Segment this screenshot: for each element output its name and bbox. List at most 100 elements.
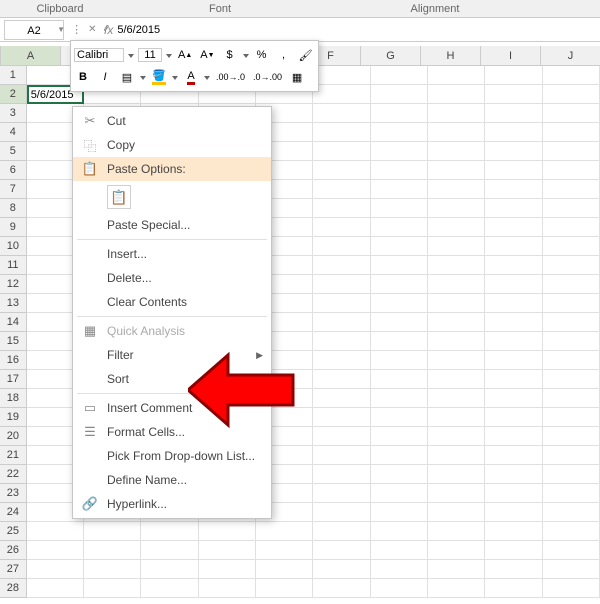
row-header[interactable]: 11	[0, 256, 27, 275]
cell[interactable]	[485, 275, 542, 294]
cell[interactable]	[543, 446, 600, 465]
cell[interactable]	[313, 560, 370, 579]
cell[interactable]	[371, 541, 428, 560]
cell[interactable]	[84, 579, 141, 598]
cell[interactable]	[485, 85, 542, 104]
cell[interactable]	[428, 408, 485, 427]
cell[interactable]	[313, 503, 370, 522]
cell[interactable]	[256, 541, 313, 560]
cell[interactable]	[313, 389, 370, 408]
comma-format-icon[interactable]: ,	[275, 45, 293, 65]
cell[interactable]	[485, 142, 542, 161]
cell[interactable]	[485, 237, 542, 256]
row-header[interactable]: 13	[0, 294, 27, 313]
font-color-icon[interactable]: A	[182, 67, 200, 87]
cell[interactable]	[313, 161, 370, 180]
cell[interactable]	[313, 579, 370, 598]
cell[interactable]	[428, 389, 485, 408]
cell[interactable]	[485, 541, 542, 560]
cell[interactable]	[84, 522, 141, 541]
cell[interactable]	[313, 446, 370, 465]
bold-button[interactable]: B	[74, 67, 92, 87]
ctx-quick-analysis[interactable]: ▦ Quick Analysis	[73, 319, 271, 343]
borders-icon[interactable]: ▤	[118, 67, 136, 87]
cell[interactable]	[428, 237, 485, 256]
cell[interactable]	[428, 104, 485, 123]
column-header[interactable]: G	[361, 46, 421, 65]
cell[interactable]	[141, 560, 198, 579]
cell[interactable]	[428, 503, 485, 522]
cell[interactable]	[485, 218, 542, 237]
cell[interactable]	[313, 370, 370, 389]
cell[interactable]	[371, 161, 428, 180]
ctx-copy[interactable]: ⿻ Copy	[73, 133, 271, 157]
cell[interactable]	[543, 161, 600, 180]
row-header[interactable]: 4	[0, 123, 27, 142]
row-header[interactable]: 6	[0, 161, 27, 180]
cell[interactable]	[543, 560, 600, 579]
cell[interactable]	[543, 370, 600, 389]
cell[interactable]	[428, 294, 485, 313]
cell[interactable]	[543, 541, 600, 560]
cell[interactable]	[485, 427, 542, 446]
cell[interactable]	[543, 85, 600, 104]
cell[interactable]	[371, 484, 428, 503]
cell[interactable]	[256, 579, 313, 598]
cell[interactable]	[428, 66, 485, 85]
ctx-define-name[interactable]: Define Name...	[73, 468, 271, 492]
row-header[interactable]: 14	[0, 313, 27, 332]
cell[interactable]	[543, 503, 600, 522]
cell[interactable]	[428, 579, 485, 598]
cell[interactable]	[485, 256, 542, 275]
cell[interactable]	[428, 465, 485, 484]
cell[interactable]	[428, 256, 485, 275]
cell[interactable]	[313, 465, 370, 484]
row-header[interactable]: 16	[0, 351, 27, 370]
cell[interactable]	[543, 66, 600, 85]
cell[interactable]	[543, 275, 600, 294]
cell[interactable]	[371, 294, 428, 313]
cell[interactable]	[485, 389, 542, 408]
cell[interactable]	[428, 85, 485, 104]
fill-color-icon[interactable]: 🪣	[150, 67, 168, 87]
cell[interactable]	[543, 237, 600, 256]
cell[interactable]	[428, 484, 485, 503]
cell[interactable]	[371, 142, 428, 161]
cell[interactable]	[313, 199, 370, 218]
cell[interactable]	[485, 484, 542, 503]
cell[interactable]	[485, 408, 542, 427]
cell[interactable]	[428, 142, 485, 161]
cell[interactable]	[428, 370, 485, 389]
cell[interactable]	[313, 180, 370, 199]
cell[interactable]	[428, 161, 485, 180]
cell[interactable]	[371, 389, 428, 408]
cell[interactable]	[199, 541, 256, 560]
cell[interactable]	[371, 218, 428, 237]
cell[interactable]	[313, 408, 370, 427]
cell[interactable]	[199, 579, 256, 598]
font-size-selector[interactable]: 11	[138, 48, 162, 62]
cell[interactable]	[256, 560, 313, 579]
cell[interactable]	[428, 351, 485, 370]
cell[interactable]	[543, 199, 600, 218]
cell[interactable]	[428, 313, 485, 332]
cell[interactable]	[428, 427, 485, 446]
percent-format-icon[interactable]: %	[253, 45, 271, 65]
cell[interactable]	[313, 104, 370, 123]
cell[interactable]	[371, 256, 428, 275]
cell[interactable]	[371, 199, 428, 218]
cell[interactable]	[485, 123, 542, 142]
cell[interactable]	[371, 351, 428, 370]
column-header[interactable]: J	[541, 46, 600, 65]
font-selector[interactable]: Calibri	[74, 48, 124, 62]
cell[interactable]	[313, 256, 370, 275]
cell[interactable]	[543, 180, 600, 199]
cell[interactable]	[313, 294, 370, 313]
size-dropdown-icon[interactable]	[166, 51, 172, 60]
column-header[interactable]: H	[421, 46, 481, 65]
cell[interactable]	[27, 541, 84, 560]
row-header[interactable]: 15	[0, 332, 27, 351]
decrease-decimal-icon[interactable]: .0→.00	[251, 67, 284, 87]
cell[interactable]	[485, 579, 542, 598]
cell[interactable]	[428, 332, 485, 351]
